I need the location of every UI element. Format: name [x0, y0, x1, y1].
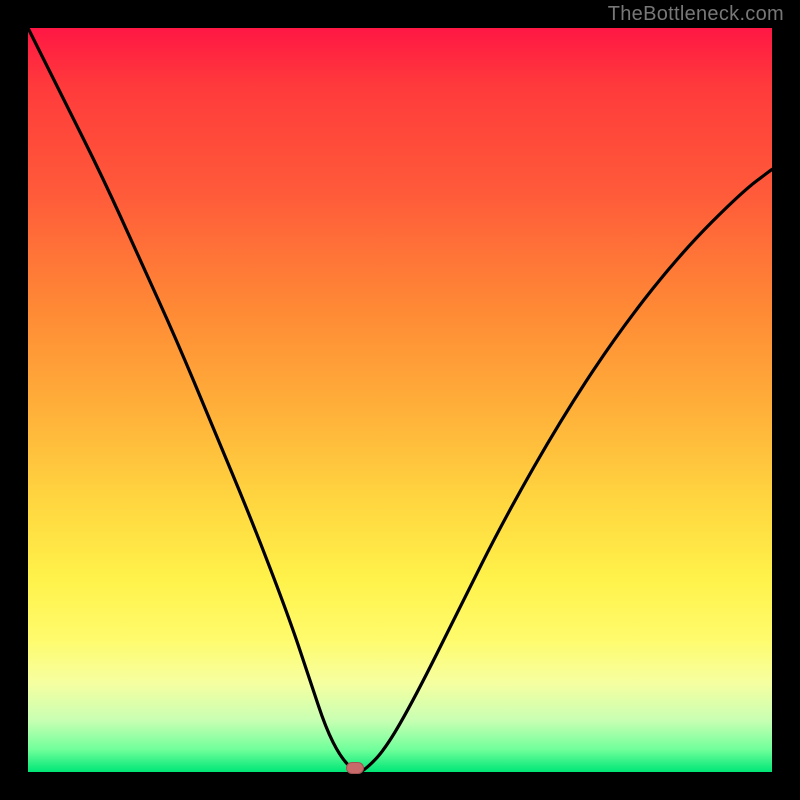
bottleneck-curve [28, 28, 772, 772]
chart-frame: TheBottleneck.com [0, 0, 800, 800]
minimum-marker [346, 762, 364, 774]
plot-area [28, 28, 772, 772]
watermark-text: TheBottleneck.com [608, 3, 784, 26]
